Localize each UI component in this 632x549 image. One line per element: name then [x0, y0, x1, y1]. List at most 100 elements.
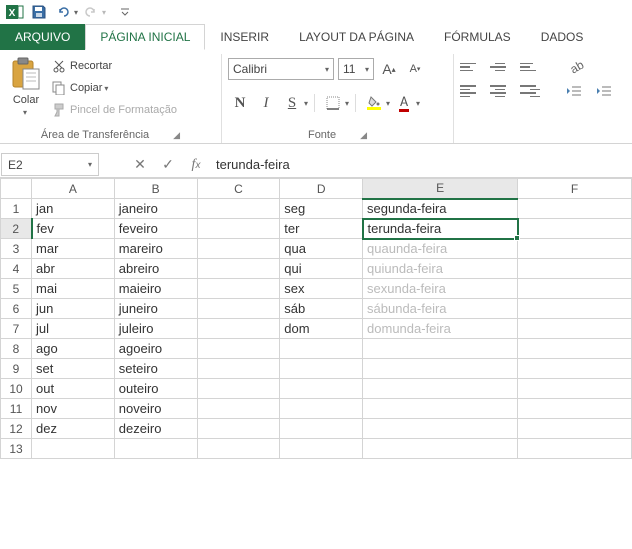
cell[interactable]: [518, 359, 632, 379]
increase-indent-button[interactable]: [596, 82, 616, 100]
italic-button[interactable]: I: [254, 92, 278, 114]
save-button[interactable]: [28, 1, 50, 23]
tab-formulas[interactable]: FÓRMULAS: [429, 24, 526, 50]
cell[interactable]: qua: [280, 239, 363, 259]
cell[interactable]: [518, 379, 632, 399]
cell[interactable]: dez: [32, 419, 115, 439]
row-header[interactable]: 3: [1, 239, 32, 259]
cell[interactable]: maieiro: [114, 279, 197, 299]
font-color-dropdown-icon[interactable]: ▾: [416, 99, 420, 108]
tab-file[interactable]: ARQUIVO: [0, 24, 85, 50]
cancel-edit-button[interactable]: ✕: [126, 152, 154, 177]
font-launcher-icon[interactable]: ◢: [360, 130, 367, 141]
cell[interactable]: [518, 199, 632, 219]
cell[interactable]: jan: [32, 199, 115, 219]
cell[interactable]: [363, 339, 518, 359]
cell[interactable]: [518, 279, 632, 299]
cell[interactable]: [197, 259, 280, 279]
cell[interactable]: mai: [32, 279, 115, 299]
formula-input[interactable]: terunda-feira: [210, 152, 632, 177]
cell[interactable]: nov: [32, 399, 115, 419]
redo-dropdown-icon[interactable]: ▾: [102, 8, 106, 17]
cell[interactable]: outeiro: [114, 379, 197, 399]
row-header[interactable]: 8: [1, 339, 32, 359]
cell[interactable]: janeiro: [114, 199, 197, 219]
orientation-button[interactable]: ab: [566, 58, 586, 76]
cell[interactable]: noveiro: [114, 399, 197, 419]
cell[interactable]: abr: [32, 259, 115, 279]
fill-color-button[interactable]: [362, 92, 386, 114]
cut-button[interactable]: Recortar: [52, 56, 177, 76]
cell[interactable]: [197, 299, 280, 319]
cell[interactable]: domunda-feira: [363, 319, 518, 339]
decrease-indent-button[interactable]: [566, 82, 586, 100]
cell[interactable]: sexunda-feira: [363, 279, 518, 299]
name-box-dropdown-icon[interactable]: ▾: [88, 160, 92, 169]
row-header[interactable]: 10: [1, 379, 32, 399]
copy-dropdown-icon[interactable]: ▾: [104, 84, 108, 93]
align-left-button[interactable]: [460, 82, 480, 100]
cell[interactable]: [197, 399, 280, 419]
cell[interactable]: seg: [280, 199, 363, 219]
font-size-combo[interactable]: 11 ▾: [338, 58, 374, 80]
cell[interactable]: [518, 219, 632, 239]
font-name-combo[interactable]: Calibri ▾: [228, 58, 334, 80]
bold-button[interactable]: N: [228, 92, 252, 114]
cell[interactable]: terunda-feira: [363, 219, 518, 239]
cell[interactable]: [518, 239, 632, 259]
borders-dropdown-icon[interactable]: ▾: [345, 99, 349, 108]
cell[interactable]: [518, 319, 632, 339]
cell[interactable]: [197, 199, 280, 219]
underline-dropdown-icon[interactable]: ▾: [304, 99, 308, 108]
cell[interactable]: [518, 259, 632, 279]
row-header[interactable]: 6: [1, 299, 32, 319]
clipboard-launcher-icon[interactable]: ◢: [173, 130, 180, 141]
borders-button[interactable]: [321, 92, 345, 114]
worksheet-grid[interactable]: ABCDEF 1janjaneirosegsegunda-feira2fevfe…: [0, 178, 632, 459]
cell[interactable]: dezeiro: [114, 419, 197, 439]
column-header[interactable]: B: [114, 179, 197, 199]
cell[interactable]: [518, 419, 632, 439]
cell[interactable]: ter: [280, 219, 363, 239]
cell[interactable]: [518, 399, 632, 419]
row-header[interactable]: 4: [1, 259, 32, 279]
cell[interactable]: quaunda-feira: [363, 239, 518, 259]
row-header[interactable]: 11: [1, 399, 32, 419]
cell[interactable]: juneiro: [114, 299, 197, 319]
cell[interactable]: [197, 239, 280, 259]
cell[interactable]: [197, 339, 280, 359]
cell[interactable]: [280, 359, 363, 379]
cell[interactable]: [363, 419, 518, 439]
tab-insert[interactable]: INSERIR: [205, 24, 284, 50]
cell[interactable]: segunda-feira: [363, 199, 518, 219]
font-color-button[interactable]: A: [392, 92, 416, 114]
cell[interactable]: [518, 439, 632, 459]
cell[interactable]: dom: [280, 319, 363, 339]
select-all-corner[interactable]: [1, 179, 32, 199]
cell[interactable]: sáb: [280, 299, 363, 319]
cell[interactable]: jun: [32, 299, 115, 319]
cell[interactable]: [518, 339, 632, 359]
cell[interactable]: [197, 359, 280, 379]
cell[interactable]: [197, 419, 280, 439]
format-painter-button[interactable]: Pincel de Formatação: [52, 100, 177, 120]
align-right-button[interactable]: [520, 82, 540, 100]
cell[interactable]: [280, 339, 363, 359]
undo-button[interactable]: [52, 1, 74, 23]
row-header[interactable]: 12: [1, 419, 32, 439]
align-middle-button[interactable]: [490, 58, 510, 76]
column-header[interactable]: F: [518, 179, 632, 199]
accept-edit-button[interactable]: ✓: [154, 152, 182, 177]
column-header[interactable]: E: [363, 179, 518, 199]
tab-home[interactable]: PÁGINA INICIAL: [85, 24, 205, 50]
cell[interactable]: [363, 379, 518, 399]
align-bottom-button[interactable]: [520, 58, 540, 76]
cell[interactable]: [197, 439, 280, 459]
cell[interactable]: mar: [32, 239, 115, 259]
grow-font-button[interactable]: A▴: [378, 58, 400, 80]
tab-page-layout[interactable]: LAYOUT DA PÁGINA: [284, 24, 429, 50]
paste-button[interactable]: Colar ▾: [6, 54, 46, 117]
fill-handle[interactable]: [514, 235, 520, 241]
cell[interactable]: qui: [280, 259, 363, 279]
row-header[interactable]: 1: [1, 199, 32, 219]
